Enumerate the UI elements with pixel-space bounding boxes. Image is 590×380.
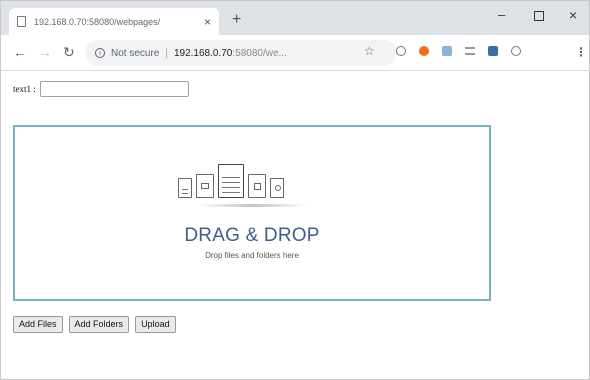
video-file-icon [248,174,266,198]
document-icon [178,178,192,198]
file-icons [178,160,284,198]
audio-file-icon [270,178,284,198]
extension-icon[interactable] [419,46,429,56]
window-close-icon[interactable]: × [569,8,577,22]
browser-toolbar: ← → ↻ i Not secure | 192.168.0.70 :58080… [1,35,589,71]
info-icon[interactable]: i [95,48,105,58]
add-folders-button[interactable]: Add Folders [68,316,130,333]
icons-underline [198,204,308,207]
menu-icon[interactable]: ⋮ [575,45,587,59]
drag-drop-title: DRAG & DROP [184,225,320,246]
text1-input[interactable] [39,81,189,97]
forward-icon[interactable]: → [38,45,52,59]
page-icon [17,16,26,27]
image-file-icon [196,174,214,198]
extension-icon[interactable] [465,47,475,55]
browser-window: 192.168.0.70:58080/webpages/ × + – × ← →… [0,0,590,380]
text1-row: text1 : [13,81,189,97]
new-tab-icon[interactable]: + [232,12,241,28]
url-path: :58080/we... [232,47,287,59]
address-bar[interactable]: i Not secure | 192.168.0.70 :58080/we... [85,40,397,66]
divider: | [165,47,168,59]
profile-icon[interactable] [511,46,521,56]
tab-strip: 192.168.0.70:58080/webpages/ × + – × [1,1,589,35]
drag-drop-subtitle: Drop files and folders here [205,251,299,260]
security-label: Not secure [111,47,160,59]
upload-button[interactable]: Upload [135,316,176,333]
extension-icons [396,46,521,56]
add-files-button[interactable]: Add Files [13,316,63,333]
drop-zone[interactable]: DRAG & DROP Drop files and folders here [13,125,491,301]
tab-close-icon[interactable]: × [204,16,211,28]
back-icon[interactable]: ← [13,45,27,59]
maximize-icon[interactable] [534,11,544,21]
text1-label: text1 : [13,84,36,94]
extension-icon[interactable] [396,46,406,56]
browser-tab[interactable]: 192.168.0.70:58080/webpages/ × [9,8,219,35]
reload-icon[interactable]: ↻ [63,45,75,59]
extension-icon[interactable] [442,46,452,56]
tab-title: 192.168.0.70:58080/webpages/ [34,16,161,27]
text-file-icon [218,164,244,198]
minimize-icon[interactable]: – [498,8,505,21]
bookmark-star-icon[interactable]: ☆ [364,44,375,58]
action-buttons: Add Files Add Folders Upload [13,316,176,333]
url-host: 192.168.0.70 [173,47,233,59]
page-content: text1 : DRAG & DROP Drop files and folde… [1,72,589,379]
extension-icon[interactable] [488,46,498,56]
